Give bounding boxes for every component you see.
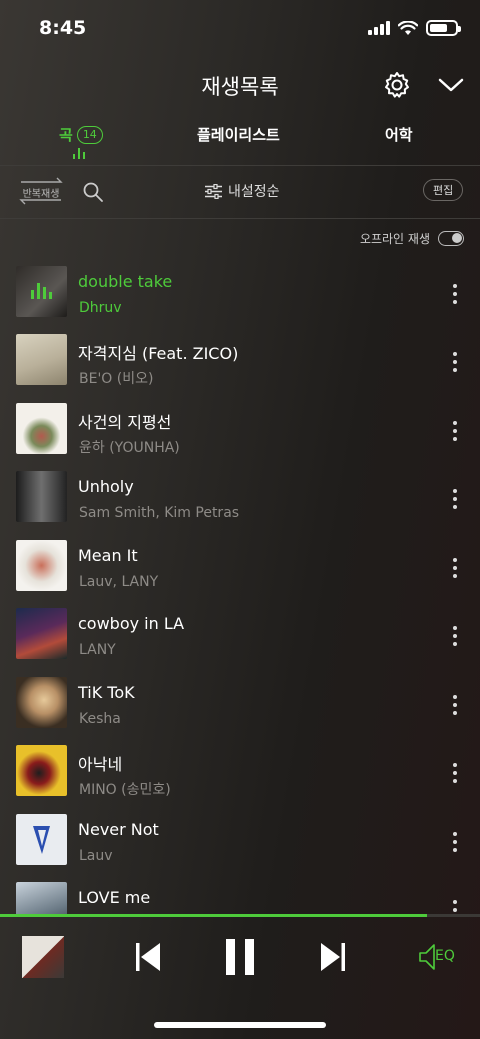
more-options-icon[interactable] xyxy=(452,489,458,509)
album-art xyxy=(16,540,67,591)
song-title: TiK ToK xyxy=(78,683,135,702)
more-options-icon[interactable] xyxy=(452,695,458,715)
song-list: double take Dhruv 자격지심 (Feat. ZICO) BE'O… xyxy=(0,258,480,914)
album-art xyxy=(16,882,67,914)
album-art xyxy=(16,403,67,454)
more-options-icon[interactable] xyxy=(452,763,458,783)
offline-play-toggle[interactable] xyxy=(438,231,464,246)
equalizer-indicator-icon xyxy=(73,148,85,159)
sort-button[interactable]: 내설정순 xyxy=(205,181,280,201)
song-title: 아낙네 xyxy=(78,755,123,774)
song-artist: Dhruv xyxy=(79,300,122,316)
battery-icon xyxy=(426,20,461,36)
wifi-icon xyxy=(398,20,418,35)
more-options-icon[interactable] xyxy=(452,900,458,914)
album-art xyxy=(16,814,67,865)
song-artist: MINO (송민호) xyxy=(79,782,171,798)
chevron-down-icon[interactable] xyxy=(437,76,465,94)
song-row[interactable]: double take Dhruv xyxy=(0,258,480,326)
offline-play-label: 오프라인 재생 xyxy=(359,232,430,246)
song-title: 자격지심 (Feat. ZICO) xyxy=(78,344,239,363)
more-options-icon[interactable] xyxy=(452,284,458,304)
more-options-icon[interactable] xyxy=(452,352,458,372)
sliders-icon xyxy=(205,183,222,199)
song-title: double take xyxy=(78,272,173,291)
header: 재생목록 xyxy=(0,62,480,108)
cellular-signal-icon xyxy=(368,21,390,35)
song-title: 사건의 지평선 xyxy=(78,413,172,432)
song-row[interactable]: Mean It Lauv, LANY xyxy=(0,532,480,600)
now-playing-equalizer-icon xyxy=(16,266,67,317)
song-artist: LANY xyxy=(79,642,116,658)
songs-count-badge: 14 xyxy=(76,125,103,144)
tab-language[interactable]: 어학 xyxy=(385,124,413,145)
more-options-icon[interactable] xyxy=(452,421,458,441)
song-title: LOVE me xyxy=(78,888,151,907)
tab-playlist[interactable]: 플레이리스트 xyxy=(197,124,280,145)
song-row[interactable]: 아낙네 MINO (송민호) xyxy=(0,737,480,805)
equalizer-button[interactable]: EQ xyxy=(418,941,460,973)
album-art xyxy=(16,266,67,317)
song-row[interactable]: Unholy Sam Smith, Kim Petras xyxy=(0,463,480,531)
song-title: Unholy xyxy=(78,477,134,496)
list-toolbar: 반복재생 내설정순 편집 xyxy=(0,167,480,219)
home-indicator[interactable] xyxy=(154,1022,326,1028)
status-time: 8:45 xyxy=(39,17,87,39)
album-art xyxy=(16,608,67,659)
album-art xyxy=(16,334,67,385)
edit-button[interactable]: 편집 xyxy=(423,179,464,201)
tab-songs-label: 곡 xyxy=(59,126,73,144)
song-artist: BE'O (비오) xyxy=(79,371,154,387)
equalizer-label: EQ xyxy=(435,948,455,964)
status-bar: 8:45 xyxy=(0,0,480,56)
more-options-icon[interactable] xyxy=(452,832,458,852)
song-row[interactable]: Never Not Lauv xyxy=(0,806,480,874)
song-artist: Sam Smith, Kim Petras xyxy=(79,505,240,521)
song-artist: 윤하 (YOUNHA) xyxy=(79,440,180,456)
search-icon[interactable] xyxy=(82,181,104,203)
previous-track-icon[interactable] xyxy=(133,939,163,975)
song-row[interactable]: TiK ToK Kesha xyxy=(0,669,480,737)
repeat-button[interactable]: 반복재생 xyxy=(17,177,65,205)
more-options-icon[interactable] xyxy=(452,558,458,578)
album-art-logo xyxy=(33,826,50,854)
song-row[interactable]: 사건의 지평선 윤하 (YOUNHA) xyxy=(0,395,480,463)
album-art xyxy=(16,677,67,728)
album-art xyxy=(16,745,67,796)
song-title: cowboy in LA xyxy=(78,614,185,633)
album-art xyxy=(16,471,67,522)
status-icons xyxy=(368,20,461,36)
song-row[interactable]: cowboy in LA LANY xyxy=(0,600,480,668)
song-artist: Lauv xyxy=(79,848,113,864)
song-title: Mean It xyxy=(78,546,138,565)
song-title: Never Not xyxy=(78,820,159,839)
pause-icon[interactable] xyxy=(222,937,258,977)
next-track-icon[interactable] xyxy=(318,939,348,975)
tab-songs[interactable]: 곡 14 xyxy=(59,124,103,145)
tab-bar: 곡 14 플레이리스트 어학 xyxy=(0,120,480,166)
song-row[interactable]: 자격지심 (Feat. ZICO) BE'O (비오) xyxy=(0,326,480,394)
offline-play-row: 오프라인 재생 xyxy=(360,230,464,247)
song-artist: Lauv, LANY xyxy=(79,574,159,590)
settings-gear-icon[interactable] xyxy=(383,71,411,99)
sort-label: 내설정순 xyxy=(228,184,280,200)
song-row[interactable]: LOVE me xyxy=(0,874,480,914)
repeat-label: 반복재생 xyxy=(22,189,60,200)
song-artist: Kesha xyxy=(79,711,121,727)
now-playing-album-art[interactable] xyxy=(22,936,64,978)
more-options-icon[interactable] xyxy=(452,626,458,646)
mini-player: EQ xyxy=(0,917,480,1007)
